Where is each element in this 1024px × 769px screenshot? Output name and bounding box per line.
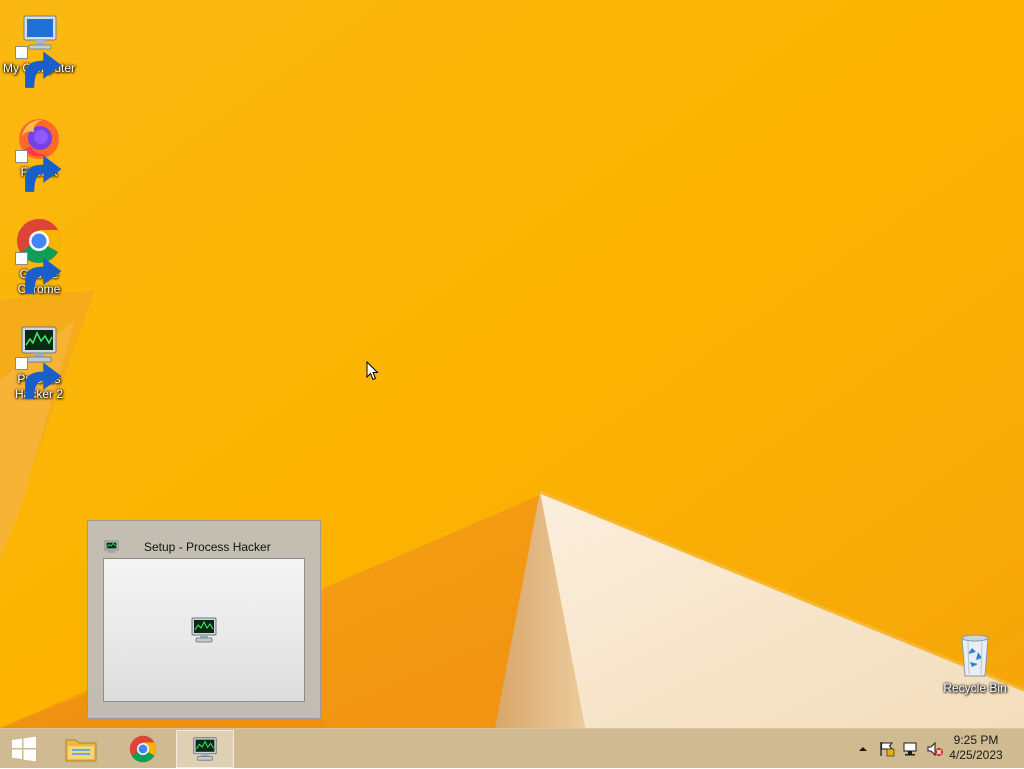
action-center-flag-icon[interactable]	[878, 741, 896, 757]
process-hacker-icon	[14, 321, 64, 399]
mouse-cursor-icon	[366, 361, 379, 381]
thumbnail-title: Setup - Process Hacker	[144, 540, 271, 554]
recycle-bin-icon	[950, 630, 1000, 680]
clock-time: 9:25 PM	[953, 733, 999, 747]
taskbar-thumbnail-preview[interactable]: Setup - Process Hacker	[87, 520, 321, 719]
start-button[interactable]	[0, 730, 48, 768]
windows-logo-icon	[12, 736, 36, 762]
computer-icon	[14, 10, 64, 88]
taskbar-clock[interactable]: 9:25 PM 4/25/2023	[944, 733, 1008, 763]
taskbar: 9:25 PM 4/25/2023	[0, 728, 1024, 768]
taskbar-chrome-button[interactable]	[114, 730, 172, 768]
shortcut-arrow-icon	[15, 46, 62, 88]
process-hacker-icon	[193, 737, 217, 761]
thumbnail-title-row: Setup - Process Hacker	[104, 539, 271, 555]
volume-muted-icon[interactable]	[926, 741, 944, 757]
chrome-icon	[14, 216, 64, 294]
desktop-icon-google-chrome[interactable]: Google Chrome	[0, 216, 78, 297]
shortcut-arrow-icon	[15, 252, 62, 294]
process-hacker-icon	[191, 617, 217, 643]
desktop-icon-recycle-bin[interactable]: Recycle Bin	[936, 630, 1014, 696]
folder-icon	[65, 739, 97, 762]
desktop-icon-label: Recycle Bin	[943, 681, 1007, 695]
shortcut-arrow-icon	[15, 357, 62, 399]
clock-date: 4/25/2023	[949, 748, 1003, 762]
desktop-icon-process-hacker[interactable]: Process Hacker 2	[0, 321, 78, 402]
firefox-icon	[14, 114, 64, 192]
desktop[interactable]: My Computer Firefox	[0, 0, 1024, 728]
thumbnail-window-preview[interactable]	[103, 558, 305, 702]
desktop-icon-my-computer[interactable]: My Computer	[0, 10, 78, 88]
process-hacker-icon	[104, 540, 119, 553]
chrome-icon	[129, 735, 157, 763]
desktop-icon-firefox[interactable]: Firefox	[0, 114, 78, 192]
taskbar-process-hacker-setup-button[interactable]	[176, 730, 234, 768]
taskbar-file-explorer-button[interactable]	[52, 730, 110, 768]
network-icon[interactable]	[902, 741, 920, 757]
system-tray: 9:25 PM 4/25/2023	[834, 729, 1024, 769]
show-hidden-icons-chevron[interactable]	[854, 741, 872, 757]
shortcut-arrow-icon	[15, 150, 62, 192]
